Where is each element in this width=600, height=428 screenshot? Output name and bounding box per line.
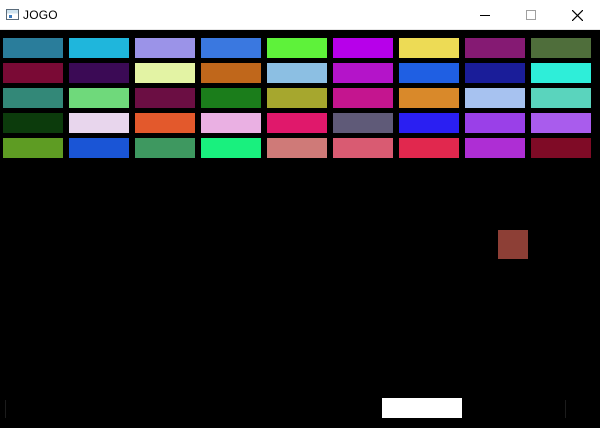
paddle[interactable] [382,398,462,418]
brick [135,38,195,58]
brick [3,138,63,158]
brick [267,38,327,58]
brick [69,63,129,83]
brick [531,113,591,133]
brick [69,113,129,133]
maximize-icon [526,10,536,20]
brick [399,63,459,83]
brick [399,88,459,108]
brick [531,63,591,83]
brick [3,113,63,133]
brick [69,138,129,158]
brick [201,88,261,108]
brick [267,88,327,108]
brick [201,138,261,158]
ball [498,230,528,259]
title-bar[interactable]: JOGO [0,0,600,30]
brick [267,113,327,133]
minimize-button[interactable] [462,0,508,30]
brick [333,113,393,133]
maximize-button[interactable] [508,0,554,30]
close-icon [571,9,583,21]
brick [333,63,393,83]
brick [135,138,195,158]
window-controls [462,0,600,30]
brick [333,138,393,158]
app-window-icon [6,9,19,20]
brick [531,88,591,108]
brick [3,88,63,108]
brick [465,138,525,158]
brick [135,63,195,83]
brick [399,113,459,133]
brick [135,88,195,108]
brick [531,138,591,158]
brick [135,113,195,133]
right-wall-mark [565,400,566,418]
left-wall-mark [5,400,6,418]
brick [465,38,525,58]
window-title: JOGO [23,7,58,22]
game-window: JOGO [0,0,600,428]
brick [333,38,393,58]
game-playfield[interactable] [0,31,600,428]
brick [3,63,63,83]
brick [399,38,459,58]
brick [201,63,261,83]
brick [267,138,327,158]
brick [531,38,591,58]
brick [201,38,261,58]
brick [399,138,459,158]
brick [465,88,525,108]
brick [69,88,129,108]
brick [465,63,525,83]
brick [3,38,63,58]
close-button[interactable] [554,0,600,30]
minimize-icon [480,15,490,16]
brick [201,113,261,133]
brick [69,38,129,58]
brick [333,88,393,108]
brick [267,63,327,83]
brick [465,113,525,133]
